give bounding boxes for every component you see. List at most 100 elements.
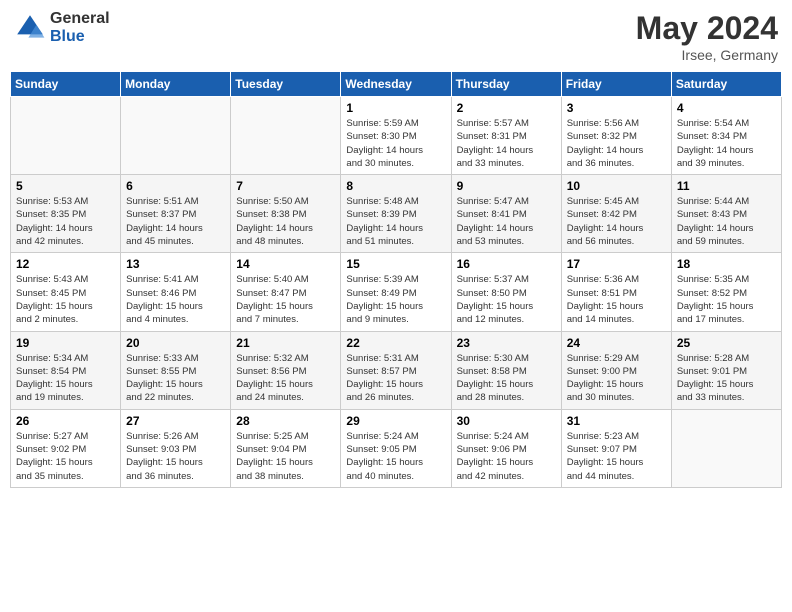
calendar-cell: 31Sunrise: 5:23 AMSunset: 9:07 PMDayligh… — [561, 409, 671, 487]
calendar-cell: 25 Sunrise: 5:28 AMSunset: 9:01 PMDayligh… — [671, 331, 781, 409]
day-number: 27 — [126, 414, 225, 428]
calendar-cell — [231, 97, 341, 175]
day-info: Sunrise: 5:25 AMSunset: 9:04 PMDaylight:… — [236, 430, 335, 483]
week-row-5: 26 Sunrise: 5:27 AMSunset: 9:02 PMDayligh… — [11, 409, 782, 487]
calendar-cell: 28 Sunrise: 5:25 AMSunset: 9:04 PMDayligh… — [231, 409, 341, 487]
calendar-cell: 3 Sunrise: 5:56 AMSunset: 8:32 PMDaylight… — [561, 97, 671, 175]
day-number: 23 — [457, 336, 556, 350]
calendar-cell: 13 Sunrise: 5:41 AMSunset: 8:46 PMDayligh… — [121, 253, 231, 331]
calendar-cell: 12 Sunrise: 5:43 AMSunset: 8:45 PMDayligh… — [11, 253, 121, 331]
day-info: Sunrise: 5:24 AMSunset: 9:05 PMDaylight:… — [346, 430, 445, 483]
calendar-cell: 23 Sunrise: 5:30 AMSunset: 8:58 PMDayligh… — [451, 331, 561, 409]
day-info: Sunrise: 5:28 AMSunset: 9:01 PMDaylight:… — [677, 352, 776, 405]
day-info: Sunrise: 5:32 AMSunset: 8:56 PMDaylight:… — [236, 352, 335, 405]
calendar-cell: 4 Sunrise: 5:54 AMSunset: 8:34 PMDaylight… — [671, 97, 781, 175]
weekday-header-thursday: Thursday — [451, 72, 561, 97]
day-info: Sunrise: 5:30 AMSunset: 8:58 PMDaylight:… — [457, 352, 556, 405]
title-block: May 2024 Irsee, Germany — [636, 10, 778, 63]
logo-general: General — [50, 10, 110, 28]
day-info: Sunrise: 5:29 AMSunset: 9:00 PMDaylight:… — [567, 352, 666, 405]
day-info: Sunrise: 5:47 AMSunset: 8:41 PMDaylight:… — [457, 195, 556, 248]
day-info: Sunrise: 5:51 AMSunset: 8:37 PMDaylight:… — [126, 195, 225, 248]
day-number: 13 — [126, 257, 225, 271]
day-number: 4 — [677, 101, 776, 115]
calendar-cell: 11Sunrise: 5:44 AMSunset: 8:43 PMDayligh… — [671, 175, 781, 253]
day-number: 12 — [16, 257, 115, 271]
day-number: 31 — [567, 414, 666, 428]
calendar-cell: 19 Sunrise: 5:34 AMSunset: 8:54 PMDayligh… — [11, 331, 121, 409]
day-info: Sunrise: 5:26 AMSunset: 9:03 PMDaylight:… — [126, 430, 225, 483]
day-info: Sunrise: 5:56 AMSunset: 8:32 PMDaylight:… — [567, 117, 666, 170]
day-info: Sunrise: 5:36 AMSunset: 8:51 PMDaylight:… — [567, 273, 666, 326]
calendar-table: SundayMondayTuesdayWednesdayThursdayFrid… — [10, 71, 782, 488]
day-info: Sunrise: 5:40 AMSunset: 8:47 PMDaylight:… — [236, 273, 335, 326]
day-number: 21 — [236, 336, 335, 350]
logo-text: General Blue — [50, 10, 110, 45]
calendar-cell: 18 Sunrise: 5:35 AMSunset: 8:52 PMDayligh… — [671, 253, 781, 331]
month-year: May 2024 — [636, 10, 778, 47]
logo-icon — [14, 12, 46, 44]
logo: General Blue — [14, 10, 110, 45]
day-info: Sunrise: 5:27 AMSunset: 9:02 PMDaylight:… — [16, 430, 115, 483]
weekday-header-row: SundayMondayTuesdayWednesdayThursdayFrid… — [11, 72, 782, 97]
week-row-1: 1Sunrise: 5:59 AMSunset: 8:30 PMDaylight… — [11, 97, 782, 175]
calendar-cell: 21 Sunrise: 5:32 AMSunset: 8:56 PMDayligh… — [231, 331, 341, 409]
day-info: Sunrise: 5:41 AMSunset: 8:46 PMDaylight:… — [126, 273, 225, 326]
calendar-cell: 24 Sunrise: 5:29 AMSunset: 9:00 PMDayligh… — [561, 331, 671, 409]
day-info: Sunrise: 5:24 AMSunset: 9:06 PMDaylight:… — [457, 430, 556, 483]
calendar-cell: 6 Sunrise: 5:51 AMSunset: 8:37 PMDaylight… — [121, 175, 231, 253]
day-info: Sunrise: 5:31 AMSunset: 8:57 PMDaylight:… — [346, 352, 445, 405]
calendar-cell: 27 Sunrise: 5:26 AMSunset: 9:03 PMDayligh… — [121, 409, 231, 487]
day-info: Sunrise: 5:35 AMSunset: 8:52 PMDaylight:… — [677, 273, 776, 326]
calendar-cell: 1Sunrise: 5:59 AMSunset: 8:30 PMDaylight… — [341, 97, 451, 175]
calendar-cell — [671, 409, 781, 487]
calendar-cell: 20 Sunrise: 5:33 AMSunset: 8:55 PMDayligh… — [121, 331, 231, 409]
day-number: 3 — [567, 101, 666, 115]
calendar-cell — [121, 97, 231, 175]
day-number: 22 — [346, 336, 445, 350]
day-number: 28 — [236, 414, 335, 428]
day-info: Sunrise: 5:54 AMSunset: 8:34 PMDaylight:… — [677, 117, 776, 170]
day-info: Sunrise: 5:34 AMSunset: 8:54 PMDaylight:… — [16, 352, 115, 405]
day-number: 18 — [677, 257, 776, 271]
day-number: 24 — [567, 336, 666, 350]
week-row-2: 5Sunrise: 5:53 AMSunset: 8:35 PMDaylight… — [11, 175, 782, 253]
day-number: 5 — [16, 179, 115, 193]
day-number: 26 — [16, 414, 115, 428]
calendar-cell: 7 Sunrise: 5:50 AMSunset: 8:38 PMDaylight… — [231, 175, 341, 253]
day-number: 7 — [236, 179, 335, 193]
calendar-cell: 5Sunrise: 5:53 AMSunset: 8:35 PMDaylight… — [11, 175, 121, 253]
day-number: 19 — [16, 336, 115, 350]
day-info: Sunrise: 5:39 AMSunset: 8:49 PMDaylight:… — [346, 273, 445, 326]
day-number: 2 — [457, 101, 556, 115]
day-number: 20 — [126, 336, 225, 350]
day-number: 6 — [126, 179, 225, 193]
week-row-3: 12 Sunrise: 5:43 AMSunset: 8:45 PMDayligh… — [11, 253, 782, 331]
calendar-cell: 10 Sunrise: 5:45 AMSunset: 8:42 PMDayligh… — [561, 175, 671, 253]
day-info: Sunrise: 5:50 AMSunset: 8:38 PMDaylight:… — [236, 195, 335, 248]
calendar-cell: 2 Sunrise: 5:57 AMSunset: 8:31 PMDaylight… — [451, 97, 561, 175]
day-number: 25 — [677, 336, 776, 350]
day-info: Sunrise: 5:33 AMSunset: 8:55 PMDaylight:… — [126, 352, 225, 405]
day-number: 16 — [457, 257, 556, 271]
day-number: 29 — [346, 414, 445, 428]
day-number: 15 — [346, 257, 445, 271]
calendar-cell — [11, 97, 121, 175]
calendar-cell: 16 Sunrise: 5:37 AMSunset: 8:50 PMDayligh… — [451, 253, 561, 331]
day-number: 10 — [567, 179, 666, 193]
calendar-cell: 15 Sunrise: 5:39 AMSunset: 8:49 PMDayligh… — [341, 253, 451, 331]
calendar-cell: 26 Sunrise: 5:27 AMSunset: 9:02 PMDayligh… — [11, 409, 121, 487]
day-info: Sunrise: 5:43 AMSunset: 8:45 PMDaylight:… — [16, 273, 115, 326]
day-number: 9 — [457, 179, 556, 193]
calendar-cell: 14Sunrise: 5:40 AMSunset: 8:47 PMDayligh… — [231, 253, 341, 331]
calendar-cell: 30 Sunrise: 5:24 AMSunset: 9:06 PMDayligh… — [451, 409, 561, 487]
day-info: Sunrise: 5:57 AMSunset: 8:31 PMDaylight:… — [457, 117, 556, 170]
day-number: 30 — [457, 414, 556, 428]
weekday-header-tuesday: Tuesday — [231, 72, 341, 97]
weekday-header-friday: Friday — [561, 72, 671, 97]
day-info: Sunrise: 5:45 AMSunset: 8:42 PMDaylight:… — [567, 195, 666, 248]
weekday-header-saturday: Saturday — [671, 72, 781, 97]
calendar-cell: 8Sunrise: 5:48 AMSunset: 8:39 PMDaylight… — [341, 175, 451, 253]
day-info: Sunrise: 5:37 AMSunset: 8:50 PMDaylight:… — [457, 273, 556, 326]
day-number: 1 — [346, 101, 445, 115]
